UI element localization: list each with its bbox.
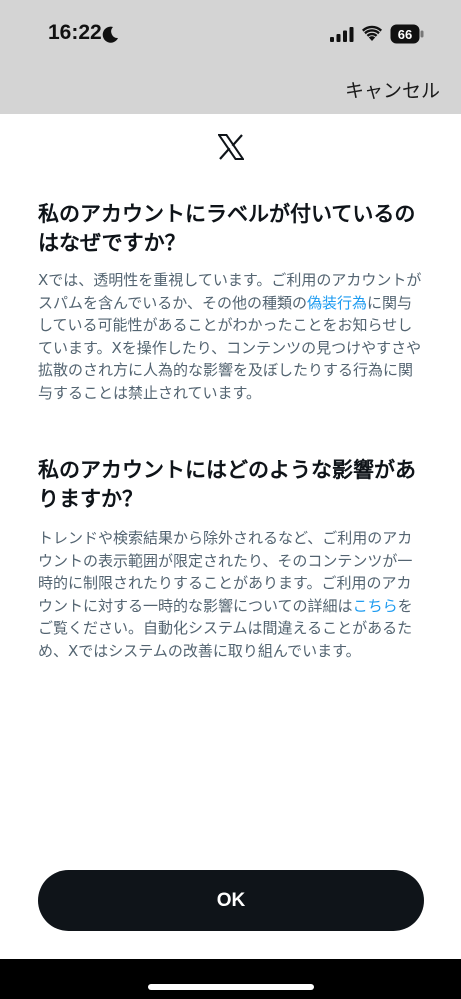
status-bar: 16:22 66 [0, 0, 461, 66]
wifi-icon [362, 25, 382, 41]
cellular-signal-icon [330, 27, 354, 42]
explanation-paragraph: Xでは、透明性を重視しています。ご利用のアカウントがスパムを含んでいるか、その他… [38, 269, 424, 404]
heading-why-label: 私のアカウントにラベルが付いているのはなぜですか？ [38, 202, 416, 255]
inauthentic-behavior-link[interactable]: 偽装行為 [307, 294, 367, 312]
status-time: 16:22 [48, 21, 102, 44]
home-indicator[interactable] [148, 984, 314, 990]
ok-button[interactable]: OK [38, 870, 424, 931]
x-logo-icon [218, 134, 244, 160]
battery-level: 66 [398, 27, 412, 42]
home-bar-area [0, 959, 461, 999]
heading-impact: 私のアカウントにはどのような影響がありますか？ [38, 458, 416, 511]
impact-paragraph: トレンドや検索結果から除外されるなど、ご利用のアカウントの表示範囲が限定されたり… [38, 527, 424, 662]
moon-icon [102, 26, 118, 43]
battery-icon: 66 [390, 24, 424, 44]
learn-more-link[interactable]: こちら [353, 597, 398, 615]
cancel-button[interactable]: キャンセル [345, 76, 440, 103]
